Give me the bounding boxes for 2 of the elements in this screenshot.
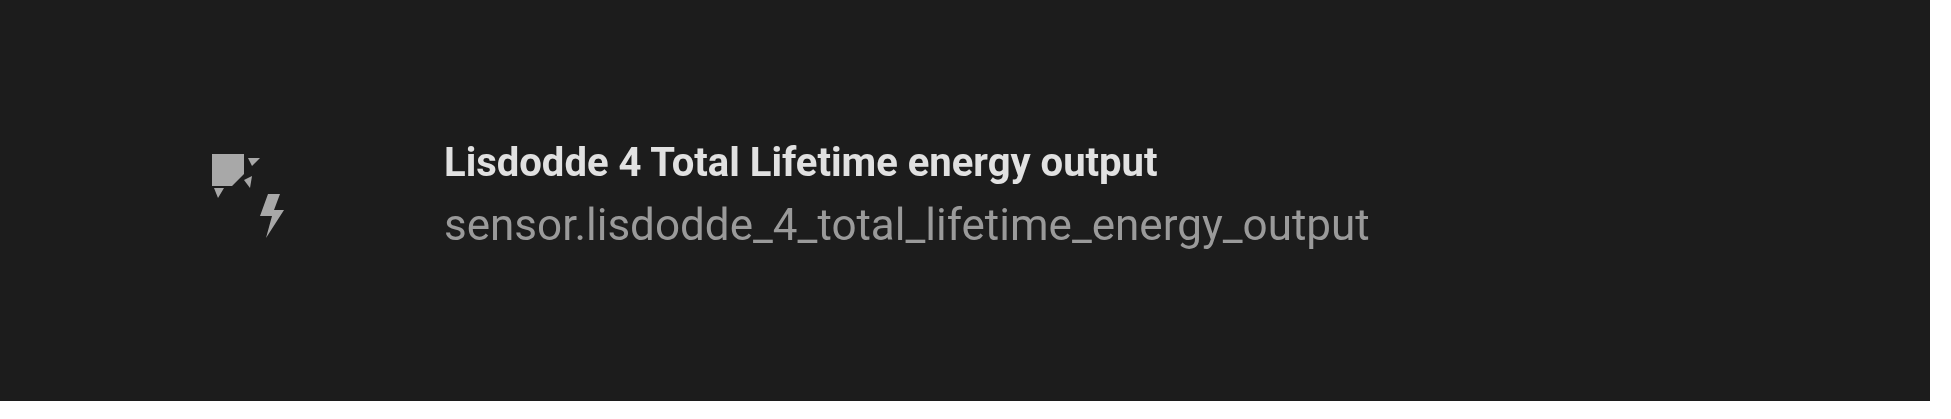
entity-name: Lisdodde 4 Total Lifetime energy output bbox=[444, 138, 1159, 188]
entity-id: sensor.lisdodde_4_total_lifetime_energy_output bbox=[444, 198, 1370, 253]
